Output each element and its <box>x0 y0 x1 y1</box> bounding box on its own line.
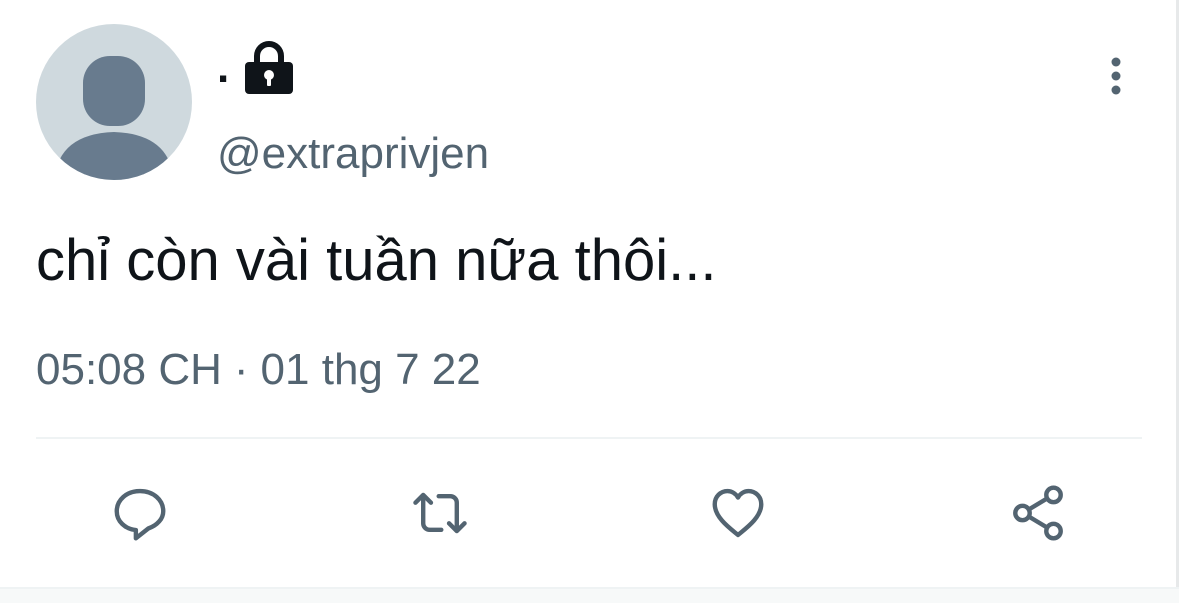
tweet-time: 05:08 CH <box>36 345 222 394</box>
avatar[interactable] <box>36 24 192 180</box>
tweet-date: 01 thg 7 22 <box>260 345 481 394</box>
more-options-button[interactable] <box>1098 52 1134 100</box>
reply-button[interactable] <box>105 478 175 548</box>
meta-separator: · <box>233 345 249 394</box>
reply-icon <box>114 488 166 541</box>
bottom-divider <box>0 587 1179 603</box>
tweet-timestamp[interactable]: 05:08 CH · 01 thg 7 22 <box>36 345 481 394</box>
more-vertical-icon <box>1111 57 1121 95</box>
display-name[interactable]: . <box>217 40 295 96</box>
lock-icon <box>245 41 294 94</box>
retweet-icon <box>413 492 467 534</box>
share-icon <box>1013 485 1063 541</box>
user-handle[interactable]: @extraprivjen <box>217 129 489 178</box>
divider <box>36 437 1142 439</box>
tweet-text: chỉ còn vài tuần nữa thôi... <box>36 228 717 293</box>
retweet-button[interactable] <box>405 478 475 548</box>
display-name-text: . <box>217 43 230 92</box>
share-button[interactable] <box>1003 478 1073 548</box>
like-button[interactable] <box>703 478 773 548</box>
default-avatar-icon <box>54 56 174 180</box>
heart-icon <box>712 488 764 538</box>
action-bar <box>0 478 1179 548</box>
